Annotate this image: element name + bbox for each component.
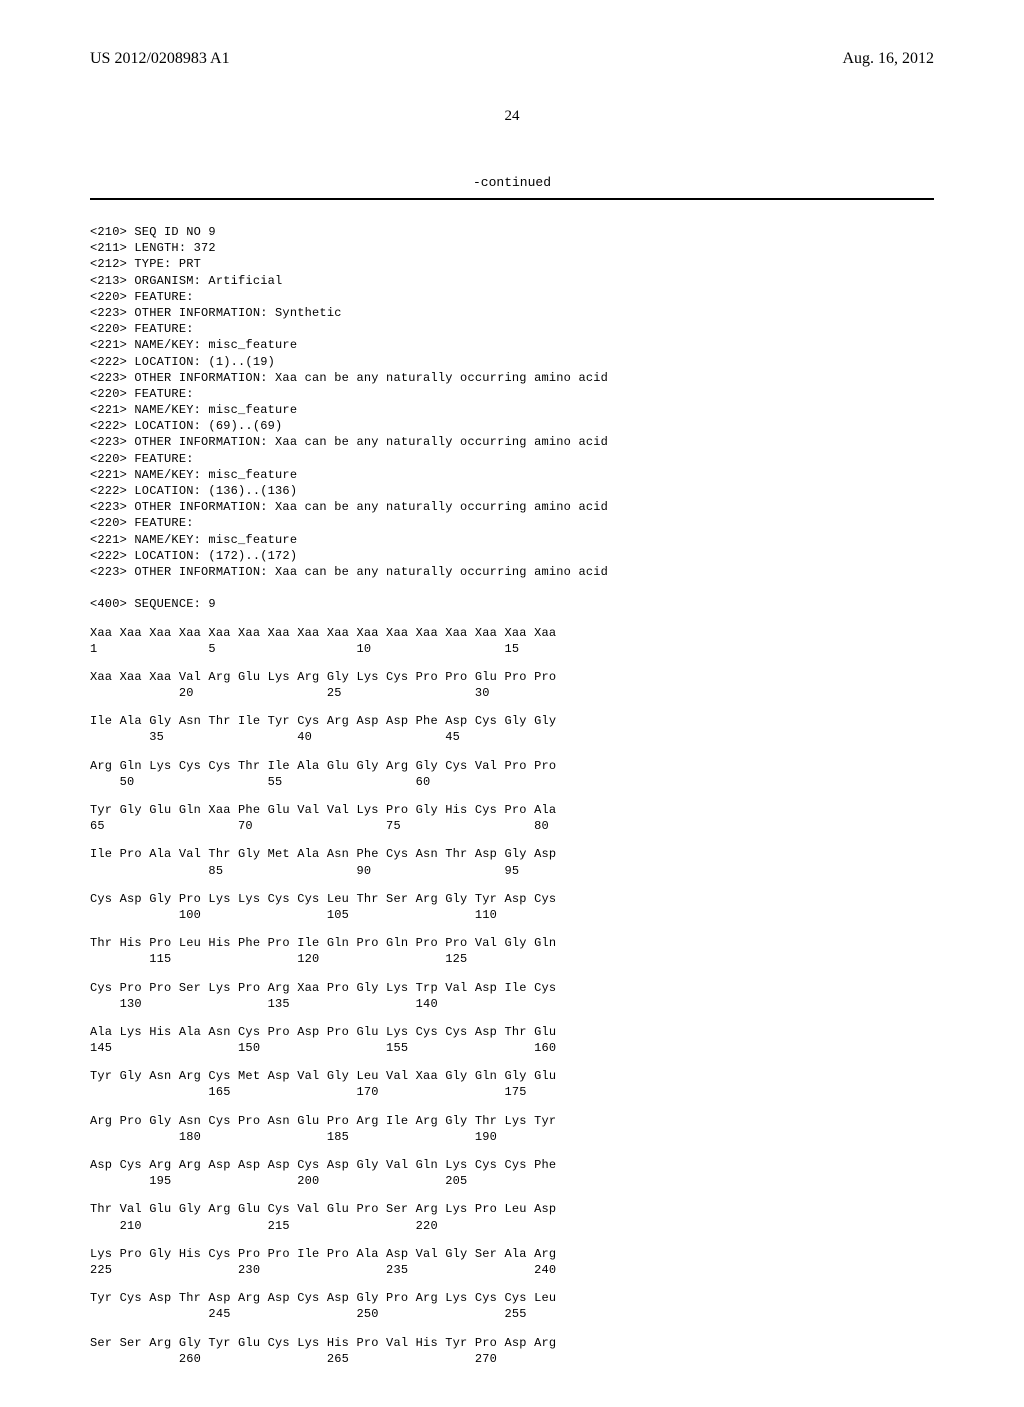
sequence-row: Cys Pro Pro Ser Lys Pro Arg Xaa Pro Gly … — [90, 980, 934, 1012]
sequence-row: Xaa Xaa Xaa Val Arg Glu Lys Arg Gly Lys … — [90, 669, 934, 701]
continued-label: -continued — [90, 175, 934, 190]
sequence-row: Thr Val Glu Gly Arg Glu Cys Val Glu Pro … — [90, 1201, 934, 1233]
sequence-row: Xaa Xaa Xaa Xaa Xaa Xaa Xaa Xaa Xaa Xaa … — [90, 625, 934, 657]
sequence-row: Ile Ala Gly Asn Thr Ile Tyr Cys Arg Asp … — [90, 713, 934, 745]
page-header: US 2012/0208983 A1 Aug. 16, 2012 — [90, 50, 934, 68]
sequence-listing: Xaa Xaa Xaa Xaa Xaa Xaa Xaa Xaa Xaa Xaa … — [90, 625, 934, 1367]
sequence-row: Ser Ser Arg Gly Tyr Glu Cys Lys His Pro … — [90, 1335, 934, 1367]
sequence-row: Tyr Gly Asn Arg Cys Met Asp Val Gly Leu … — [90, 1068, 934, 1100]
sequence-row: Thr His Pro Leu His Phe Pro Ile Gln Pro … — [90, 935, 934, 967]
publication-date: Aug. 16, 2012 — [842, 50, 934, 68]
sequence-row: Cys Asp Gly Pro Lys Lys Cys Cys Leu Thr … — [90, 891, 934, 923]
sequence-row: Ala Lys His Ala Asn Cys Pro Asp Pro Glu … — [90, 1024, 934, 1056]
page-number: 24 — [90, 108, 934, 125]
sequence-row: Ile Pro Ala Val Thr Gly Met Ala Asn Phe … — [90, 846, 934, 878]
sequence-row: Lys Pro Gly His Cys Pro Pro Ile Pro Ala … — [90, 1246, 934, 1278]
sequence-row: Asp Cys Arg Arg Asp Asp Asp Cys Asp Gly … — [90, 1157, 934, 1189]
publication-number: US 2012/0208983 A1 — [90, 50, 230, 68]
section-rule — [90, 198, 934, 200]
sequence-row: Tyr Gly Glu Gln Xaa Phe Glu Val Val Lys … — [90, 802, 934, 834]
sequence-row: Arg Pro Gly Asn Cys Pro Asn Glu Pro Arg … — [90, 1113, 934, 1145]
sequence-row: Arg Gln Lys Cys Cys Thr Ile Ala Glu Gly … — [90, 758, 934, 790]
sequence-annotations: <210> SEQ ID NO 9 <211> LENGTH: 372 <212… — [90, 224, 934, 613]
sequence-row: Tyr Cys Asp Thr Asp Arg Asp Cys Asp Gly … — [90, 1290, 934, 1322]
